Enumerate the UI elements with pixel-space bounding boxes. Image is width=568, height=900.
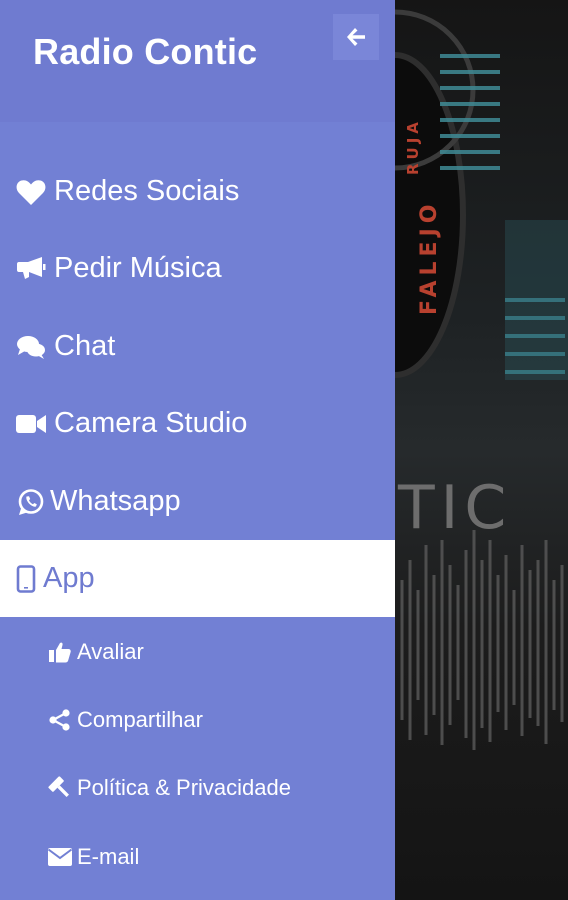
back-button[interactable]: [333, 14, 379, 60]
menu-item-app[interactable]: App: [0, 540, 395, 617]
submenu-item-email[interactable]: E-mail: [0, 823, 395, 891]
submenu-item-compartilhar[interactable]: Compartilhar: [0, 686, 395, 754]
drawer-title: Radio Contic: [33, 31, 258, 72]
drawer-menu: Redes Sociais Pedir Música Chat Camera S…: [0, 122, 395, 900]
whatsapp-icon: [15, 486, 47, 518]
video-camera-icon: [15, 408, 47, 440]
submenu-item-label: Política & Privacidade: [77, 775, 291, 800]
menu-item-redes-sociais[interactable]: Redes Sociais: [0, 153, 395, 230]
menu-item-pedir-musica[interactable]: Pedir Música: [0, 230, 395, 307]
menu-item-whatsapp[interactable]: Whatsapp: [0, 463, 395, 540]
menu-item-label: Chat: [54, 330, 116, 362]
menu-item-label: Redes Sociais: [54, 175, 240, 207]
tablet-icon: [15, 563, 37, 595]
background-graphic: FALEJO RUJA TIC: [395, 9, 568, 750]
menu-item-chat[interactable]: Chat: [0, 308, 395, 385]
menu-item-camera-studio[interactable]: Camera Studio: [0, 385, 395, 462]
envelope-icon: [47, 844, 73, 870]
submenu-item-politica-privacidade[interactable]: Política & Privacidade: [0, 754, 395, 822]
submenu-item-label: E-mail: [77, 844, 140, 869]
menu-item-label: Whatsapp: [50, 485, 181, 517]
share-icon: [47, 707, 73, 733]
arrow-left-icon: [344, 25, 368, 49]
navigation-drawer: Radio Contic Redes Sociais Pedir Música: [0, 0, 395, 900]
submenu-item-label: Compartilhar: [77, 707, 203, 732]
bullhorn-icon: [15, 253, 47, 285]
logo-text-vertical-2: RUJA: [404, 118, 422, 175]
comments-icon: [15, 331, 47, 363]
logo-text-vertical: FALEJO: [417, 200, 442, 315]
submenu-item-avaliar[interactable]: Avaliar: [0, 618, 395, 686]
brand-text-partial: TIC: [397, 473, 512, 543]
menu-item-label: App: [43, 562, 95, 594]
heart-icon: [15, 176, 47, 208]
menu-item-label: Camera Studio: [54, 407, 248, 439]
thumbs-up-icon: [47, 639, 73, 665]
submenu-item-label: Avaliar: [77, 639, 144, 664]
menu-item-label: Pedir Música: [54, 252, 222, 284]
gavel-icon: [47, 775, 73, 801]
drawer-header: Radio Contic: [0, 0, 395, 122]
background-artwork: FALEJO RUJA TIC: [395, 0, 568, 900]
